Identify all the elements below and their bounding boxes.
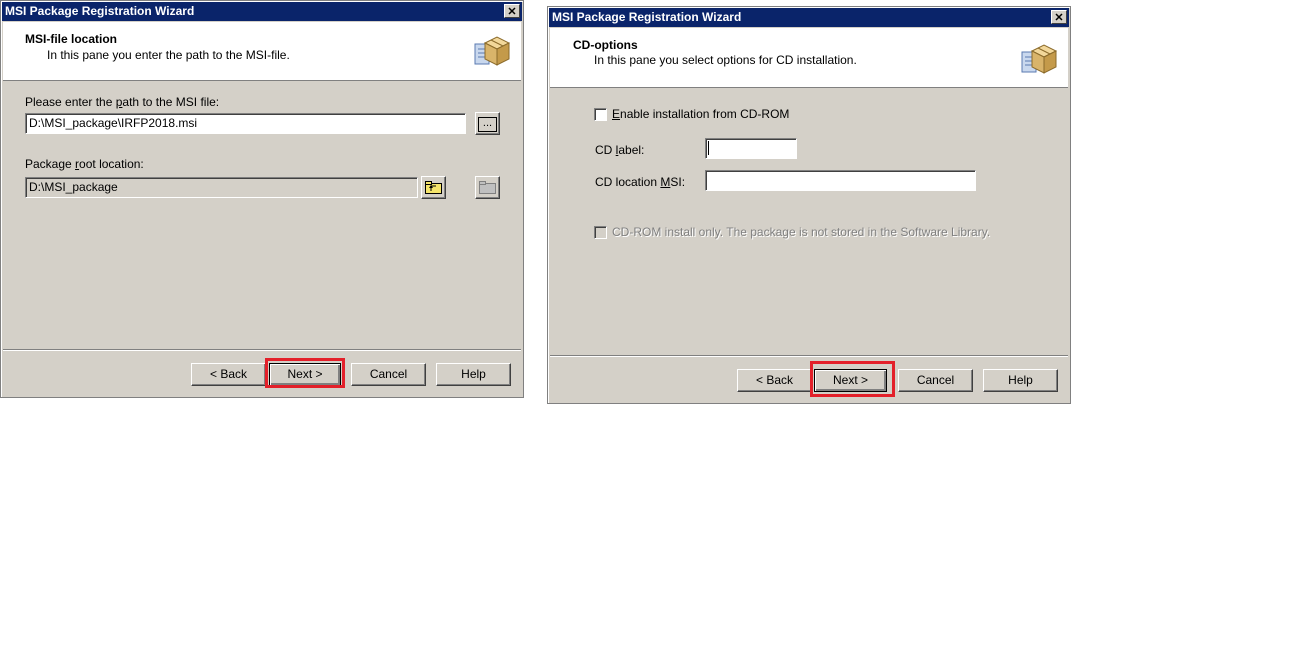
window-title: MSI Package Registration Wizard <box>5 4 195 18</box>
package-icon <box>473 34 511 70</box>
msi-path-label: Please enter the path to the MSI file: <box>25 95 220 109</box>
cd-location-label: CD location MSI: <box>595 175 686 189</box>
footer-separator <box>550 355 1068 357</box>
cd-label-input[interactable] <box>705 138 797 159</box>
folder-icon <box>479 181 496 194</box>
cancel-button-label: Cancel <box>369 367 408 381</box>
header-subtitle: In this pane you enter the path to the M… <box>47 48 290 62</box>
root-location-label: Package root location: <box>25 157 144 171</box>
close-button[interactable]: ✕ <box>1051 10 1067 24</box>
back-button[interactable]: < Back <box>191 363 266 386</box>
cd-label-label: CD label: <box>595 143 645 157</box>
cd-only-label: CD-ROM install only. The package is not … <box>612 225 991 239</box>
next-button-label: Next > <box>287 367 323 381</box>
header-subtitle: In this pane you select options for CD i… <box>594 53 857 67</box>
folder-button <box>475 176 500 199</box>
dialog-msi-file-location: MSI Package Registration Wizard ✕ MSI-fi… <box>0 0 524 398</box>
help-button[interactable]: Help <box>436 363 511 386</box>
dialog-cd-options: MSI Package Registration Wizard ✕ CD-opt… <box>547 6 1071 404</box>
cd-only-checkbox <box>594 226 607 239</box>
help-button-label: Help <box>1008 373 1033 387</box>
folder-up-icon <box>425 181 442 194</box>
window-title-bar[interactable]: MSI Package Registration Wizard ✕ <box>2 2 522 21</box>
close-button[interactable]: ✕ <box>504 4 520 18</box>
wizard-header: MSI-file location In this pane you enter… <box>3 22 521 81</box>
back-button-label: < Back <box>755 373 794 387</box>
header-title: MSI-file location <box>25 32 118 46</box>
next-button[interactable]: Next > <box>269 363 341 386</box>
text-cursor <box>708 141 709 155</box>
close-icon: ✕ <box>507 6 517 18</box>
window-title-bar[interactable]: MSI Package Registration Wizard ✕ <box>549 8 1069 27</box>
enable-cd-checkbox[interactable] <box>594 108 607 121</box>
cancel-button[interactable]: Cancel <box>351 363 426 386</box>
cd-location-input[interactable] <box>705 170 976 191</box>
back-button-label: < Back <box>209 367 248 381</box>
help-button[interactable]: Help <box>983 369 1058 392</box>
folder-up-button[interactable] <box>421 176 446 199</box>
window-title: MSI Package Registration Wizard <box>552 10 742 24</box>
package-icon <box>1020 42 1058 78</box>
cancel-button[interactable]: Cancel <box>898 369 973 392</box>
next-button-label: Next > <box>832 373 868 387</box>
browse-button[interactable]: ... <box>475 112 500 135</box>
help-button-label: Help <box>461 367 486 381</box>
msi-path-input[interactable]: D:\MSI_package\IRFP2018.msi <box>25 113 466 134</box>
root-location-input: D:\MSI_package <box>25 177 418 198</box>
next-button[interactable]: Next > <box>814 369 887 392</box>
back-button[interactable]: < Back <box>737 369 812 392</box>
browse-label: ... <box>478 117 497 132</box>
cancel-button-label: Cancel <box>916 373 955 387</box>
footer-separator <box>3 349 521 351</box>
wizard-header: CD-options In this pane you select optio… <box>550 28 1068 88</box>
header-title: CD-options <box>573 38 638 52</box>
close-icon: ✕ <box>1054 12 1064 24</box>
enable-cd-label[interactable]: Enable installation from CD-ROM <box>612 107 789 121</box>
